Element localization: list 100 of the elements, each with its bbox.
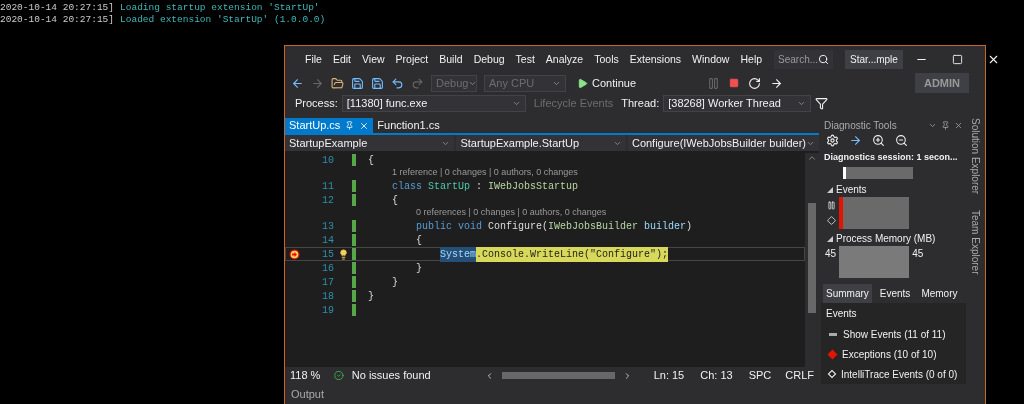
side-tab[interactable]: Solution Explorer <box>967 118 983 195</box>
side-tab[interactable]: Team Explorer <box>967 210 983 275</box>
line-number: 19 <box>321 303 334 318</box>
exception-icon <box>827 216 836 225</box>
file-tab[interactable]: Function1.cs <box>373 118 444 133</box>
line-number: 13 <box>321 219 334 234</box>
stop-icon[interactable] <box>729 78 740 88</box>
navigation-dropdown[interactable]: StartupExample.StartUp <box>456 135 626 151</box>
exception-icon <box>827 349 838 359</box>
console-message: Loaded extension 'StartUp' (1.0.0.0) <box>120 14 326 26</box>
break-event-icon <box>827 201 836 210</box>
section-heading: Events <box>836 183 867 197</box>
code-token: { <box>368 153 374 168</box>
code-token: System <box>440 246 476 262</box>
menu-item[interactable]: File <box>305 51 322 68</box>
section-heading: Process Memory (MB) <box>836 232 936 246</box>
search-field[interactable]: Search... <box>774 50 834 69</box>
undo-icon[interactable] <box>391 76 404 90</box>
zoom-out-icon[interactable] <box>895 133 908 147</box>
event-summary-item[interactable]: IntelliTrace Events (0 of 0) <box>821 364 966 384</box>
memory-chart-drawing <box>839 246 910 278</box>
line-number: 11 <box>321 179 334 194</box>
admin-badge: ADMIN <box>914 72 969 94</box>
panel-title: Diagnostic Tools <box>824 119 897 133</box>
code-token: : <box>475 179 484 194</box>
pin-icon[interactable] <box>941 121 950 130</box>
menu-item[interactable]: Debug <box>473 51 505 68</box>
menu-item[interactable]: View <box>362 51 385 68</box>
save-all-icon[interactable] <box>371 76 384 90</box>
zoom-in-icon[interactable] <box>872 133 885 147</box>
code-lens[interactable]: 1 reference | 0 changes | 0 authors, 0 changes <box>392 166 578 180</box>
check-icon <box>333 370 344 381</box>
panel-tab[interactable]: Summary <box>823 284 872 303</box>
code-token: class <box>392 179 422 194</box>
settings-icon[interactable] <box>826 133 839 147</box>
menu-item[interactable]: Test <box>515 51 535 68</box>
current-statement-icon <box>288 248 300 260</box>
navigation-dropdown[interactable]: StartupExample <box>285 135 455 151</box>
line-number: 18 <box>321 289 334 304</box>
line-number: 16 <box>321 261 334 276</box>
output-panel-title: Output <box>291 386 325 402</box>
collapse-icon[interactable] <box>827 186 833 193</box>
code-lens[interactable]: 0 references | 0 changes | 0 authors, 0 changes <box>416 206 607 220</box>
console-message: Loading startup extension 'StartUp' <box>120 2 320 14</box>
close-tab-icon[interactable] <box>359 120 370 131</box>
timeline-drawing <box>843 166 913 179</box>
session-header: Diagnostics session: 1 secon... <box>824 152 958 163</box>
code-token: IWebJobsStartup <box>488 179 579 194</box>
zoom-dropdown[interactable]: 118 % <box>290 367 326 384</box>
event-summary-item[interactable]: Show Events (11 of 11) <box>821 324 966 344</box>
code-token: { <box>416 233 422 248</box>
search-icon <box>818 54 830 65</box>
back-icon[interactable] <box>291 76 304 90</box>
menu-item[interactable]: Edit <box>332 51 351 68</box>
code-token: IWebJobsBuilder <box>548 219 639 234</box>
maximize-icon[interactable] <box>951 53 963 66</box>
menu-item[interactable]: Analyze <box>545 51 584 68</box>
menu-item[interactable]: Extensions <box>629 51 682 68</box>
horizontal-scrollbar[interactable] <box>502 372 615 379</box>
menu-item[interactable]: Window <box>692 51 730 68</box>
export-icon[interactable] <box>849 133 862 147</box>
issues-status[interactable]: No issues found <box>351 367 478 384</box>
lightbulb-icon[interactable] <box>337 248 349 260</box>
file-tab[interactable]: StartUp.cs <box>285 118 374 133</box>
code-token: ) <box>686 219 693 234</box>
code-token: } <box>368 289 374 304</box>
code-token: .Console.WriteLine("Configure"); <box>476 246 669 262</box>
continue-button[interactable]: Continue <box>573 74 641 92</box>
events-icon <box>829 332 837 336</box>
code-token: builder <box>643 219 687 234</box>
thread-dropdown[interactable]: [38268] Worker Thread <box>663 94 812 112</box>
code-token: void <box>457 219 483 234</box>
event-summary-item[interactable]: Exceptions (10 of 10) <box>821 344 966 364</box>
panel-tab[interactable]: Memory <box>918 284 961 303</box>
collapse-icon[interactable] <box>827 235 833 242</box>
code-token: Configure( <box>487 219 549 234</box>
navigation-dropdown[interactable]: Configure(IWebJobsBuilder builder) <box>627 135 819 151</box>
folder-icon[interactable] <box>331 76 344 90</box>
scrollbar[interactable] <box>805 153 819 367</box>
line-indicator: Ln: 15 <box>653 368 685 384</box>
menu-item[interactable]: Help <box>740 51 763 68</box>
spacing-indicator: SPC <box>748 368 772 384</box>
restart-icon[interactable] <box>748 76 762 90</box>
menu-item[interactable]: Tools <box>594 51 619 68</box>
console-timestamp: 2020-10-14 20:27:15] <box>0 2 115 14</box>
line-number: 14 <box>321 233 334 248</box>
forward-icon[interactable] <box>311 76 324 90</box>
scroll-up-icon[interactable] <box>807 153 817 163</box>
console-timestamp: 2020-10-14 20:27:15] <box>0 14 115 26</box>
pin-icon[interactable] <box>345 121 355 130</box>
panel-tab[interactable]: Events <box>876 284 914 303</box>
save-icon[interactable] <box>351 76 364 90</box>
menu-item[interactable]: Project <box>395 51 429 68</box>
code-token: public <box>416 219 452 234</box>
process-dropdown[interactable]: [11380] func.exe <box>341 94 526 112</box>
show-next-statement-icon[interactable] <box>770 76 784 90</box>
menu-item[interactable]: Build <box>439 51 463 68</box>
line-number: 10 <box>321 153 334 168</box>
dropdown-icon[interactable] <box>928 121 937 130</box>
filter-icon[interactable] <box>815 96 829 110</box>
